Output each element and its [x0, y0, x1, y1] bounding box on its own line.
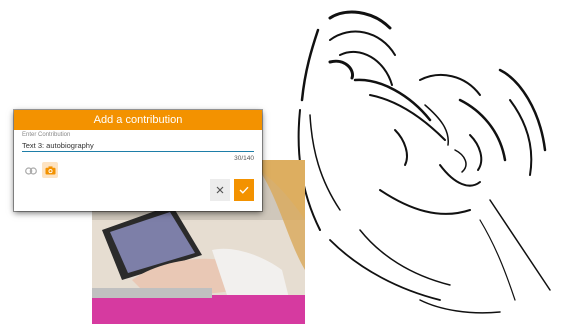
link-icon — [25, 167, 37, 175]
camera-icon — [45, 165, 55, 174]
add-contribution-dialog: Add a contribution Enter Contribution Te… — [14, 110, 262, 211]
checkmark-icon — [239, 186, 249, 194]
character-counter: 30/140 — [234, 155, 254, 162]
input-underline — [22, 151, 254, 152]
attach-link-button[interactable] — [23, 164, 39, 178]
dialog-title: Add a contribution — [14, 110, 262, 130]
close-icon — [216, 186, 224, 194]
contribution-input[interactable]: Text 3: autobiography — [22, 141, 94, 150]
cancel-button[interactable] — [210, 179, 230, 201]
field-label: Enter Contribution — [22, 132, 71, 138]
confirm-button[interactable] — [234, 179, 254, 201]
add-photo-button[interactable] — [42, 162, 58, 178]
